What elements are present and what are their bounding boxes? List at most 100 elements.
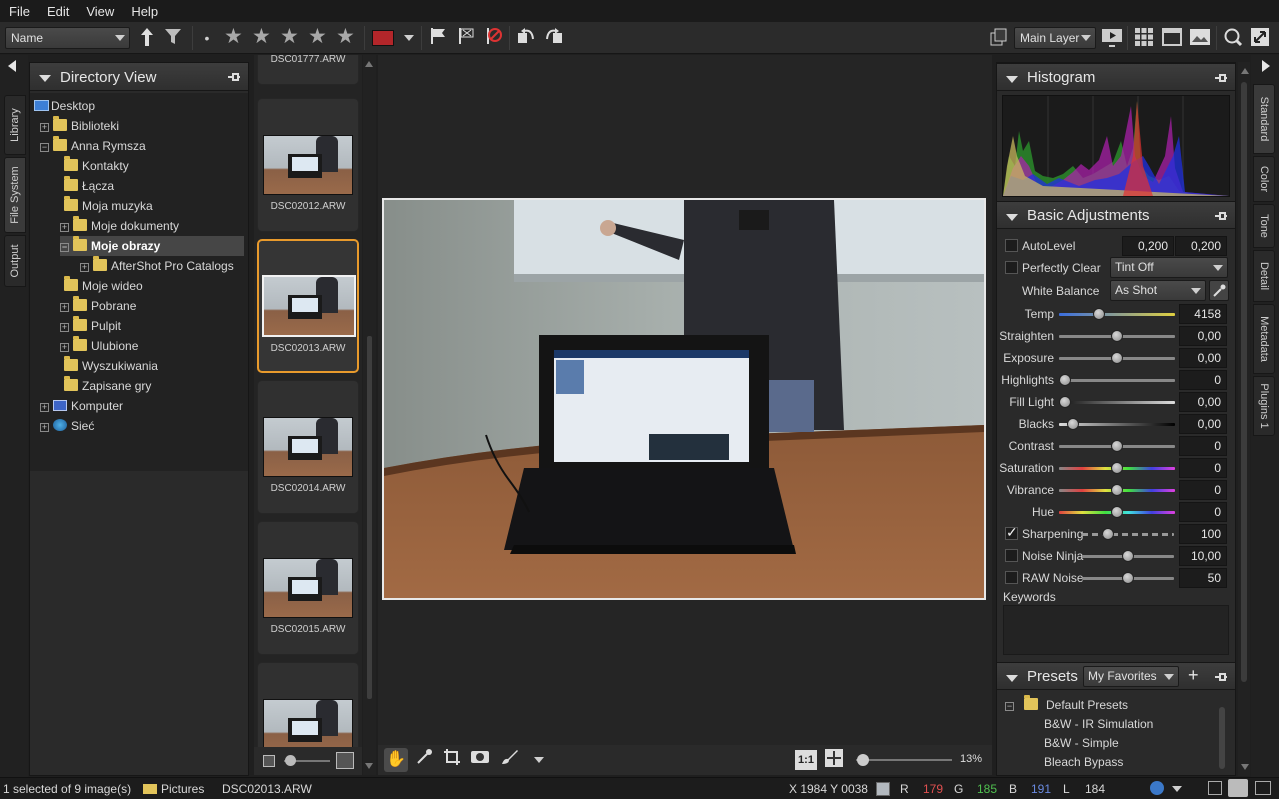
tab-library[interactable]: Library [4,95,26,155]
tool-dropdown-icon[interactable] [534,757,544,763]
tree-node-pulpit[interactable]: + Pulpit [60,316,121,336]
crop-icon[interactable] [440,748,464,772]
sharpening-slider[interactable] [1082,528,1174,540]
tab-output[interactable]: Output [4,235,26,287]
expand-icon[interactable]: + [60,303,69,312]
preset-item[interactable]: Bleach Bypass [1044,752,1123,772]
globe-icon[interactable] [1150,781,1164,795]
scrollbar-thumb[interactable] [1241,82,1247,682]
tree-node-kontakty[interactable]: Kontakty [64,156,129,176]
expand-icon[interactable]: + [40,123,49,132]
tree-node-moje-wideo[interactable]: Moje wideo [64,276,143,296]
preset-group-default[interactable]: − Default Presets [1005,695,1128,715]
expand-icon[interactable]: + [80,263,89,272]
adjust-slider[interactable] [1059,484,1175,496]
presets-select[interactable]: My Favorites [1083,666,1179,687]
adjust-value[interactable]: 0 [1179,502,1227,522]
thumbnail-card[interactable] [257,662,359,747]
collapse-triangle-icon[interactable] [39,75,51,82]
no-rating-dot-icon[interactable]: • [196,27,218,49]
fit-to-window-icon[interactable] [822,748,846,772]
pan-hand-icon[interactable]: ✋ [384,748,408,772]
tab-standard[interactable]: Standard [1253,84,1275,154]
adjust-slider[interactable] [1059,418,1175,430]
keywords-field[interactable] [1003,605,1229,655]
menu-edit[interactable]: Edit [38,4,77,19]
adjust-value[interactable]: 0 [1179,436,1227,456]
redeye-icon[interactable] [468,748,492,772]
sort-up-arrow-icon[interactable] [136,27,158,49]
noise-ninja-slider[interactable] [1082,550,1174,562]
adjust-value[interactable]: 4158 [1179,304,1227,324]
collapse-triangle-icon[interactable] [1006,675,1018,682]
rotate-right-icon[interactable] [543,27,565,49]
tree-node-komputer[interactable]: + Komputer [40,396,123,416]
white-balance-picker-icon[interactable] [1209,280,1229,301]
tree-node-desktop[interactable]: Desktop [34,96,95,116]
zoom-1-1-button[interactable]: 1:1 [795,750,817,770]
thumbnail-card-selected[interactable]: DSC02013.ARW [257,239,359,373]
monitor-icon[interactable] [1208,781,1222,795]
star-1-icon[interactable]: ★ [224,26,243,48]
sort-select[interactable]: Name [5,27,130,49]
adjust-slider-knob[interactable] [1111,506,1123,518]
adjust-slider[interactable] [1059,506,1175,518]
menu-file[interactable]: File [0,4,38,19]
expand-icon[interactable]: + [40,403,49,412]
adjust-slider[interactable] [1059,396,1175,408]
tab-color[interactable]: Color [1253,156,1275,202]
expand-icon[interactable]: + [60,343,69,352]
adjust-slider-knob[interactable] [1111,352,1123,364]
raw-noise-value[interactable]: 50 [1179,568,1227,588]
collapse-icon[interactable]: − [60,243,69,252]
scrollbar-thumb[interactable] [366,335,373,700]
pin-icon[interactable] [1214,210,1228,225]
star-2-icon[interactable]: ★ [252,26,271,48]
tree-node-siec[interactable]: + Sieć [40,416,94,436]
adjust-value[interactable]: 0,00 [1179,326,1227,346]
star-5-icon[interactable]: ★ [336,26,355,48]
adjust-slider[interactable] [1059,440,1175,452]
tree-node-zapisane-gry[interactable]: Zapisane gry [64,376,151,396]
perfectly-clear-select[interactable]: Tint Off [1110,257,1228,278]
adjust-slider[interactable] [1059,308,1175,320]
scroll-down-icon[interactable] [1241,764,1249,770]
perfectly-clear-checkbox[interactable] [1005,261,1018,274]
raw-noise-checkbox[interactable] [1005,571,1018,584]
expand-view-icon[interactable] [1255,781,1271,795]
adjust-slider-knob[interactable] [1093,308,1106,320]
scroll-down-icon[interactable] [365,763,373,769]
noise-ninja-checkbox[interactable] [1005,549,1018,562]
noise-ninja-value[interactable]: 10,00 [1179,546,1227,566]
zoom-slider[interactable] [856,759,952,761]
tab-detail[interactable]: Detail [1253,250,1275,302]
slideshow-icon[interactable] [1101,27,1123,49]
expand-icon[interactable]: + [60,323,69,332]
adjust-slider-knob[interactable] [1111,484,1123,496]
adjust-value[interactable]: 0 [1179,370,1227,390]
thumbnail-card[interactable]: DSC02014.ARW [257,380,359,514]
thumbnail-card[interactable]: DSC01777.ARW [257,55,359,85]
tree-node-aftershot-catalogs[interactable]: + AfterShot Pro Catalogs [80,256,234,276]
sharpening-checkbox[interactable] [1005,524,1018,541]
tree-node-anna-rymsza[interactable]: − Anna Rymsza [40,136,146,156]
zoom-icon[interactable] [1222,27,1244,49]
adjust-slider-knob[interactable] [1111,440,1123,452]
tree-node-moja-muzyka[interactable]: Moja muzyka [64,196,153,216]
layers-icon[interactable] [988,27,1010,49]
adjust-slider-knob[interactable] [1059,396,1071,408]
tab-tone[interactable]: Tone [1253,204,1275,248]
adjust-slider[interactable] [1059,374,1175,386]
collapse-triangle-icon[interactable] [1006,214,1018,221]
add-preset-icon[interactable]: + [1188,665,1199,686]
zoom-slider-knob[interactable] [857,754,869,766]
sharpening-slider-knob[interactable] [1102,528,1114,540]
brush-icon[interactable] [498,748,522,772]
tree-node-pobrane[interactable]: + Pobrane [60,296,136,316]
collapse-triangle-icon[interactable] [1006,76,1018,83]
tree-node-moje-obrazy[interactable]: − Moje obrazy [60,236,244,256]
adjust-value[interactable]: 0 [1179,480,1227,500]
thumb-size-knob[interactable] [285,755,296,766]
adjust-slider-knob[interactable] [1067,418,1080,430]
color-label-swatch[interactable] [372,30,394,46]
